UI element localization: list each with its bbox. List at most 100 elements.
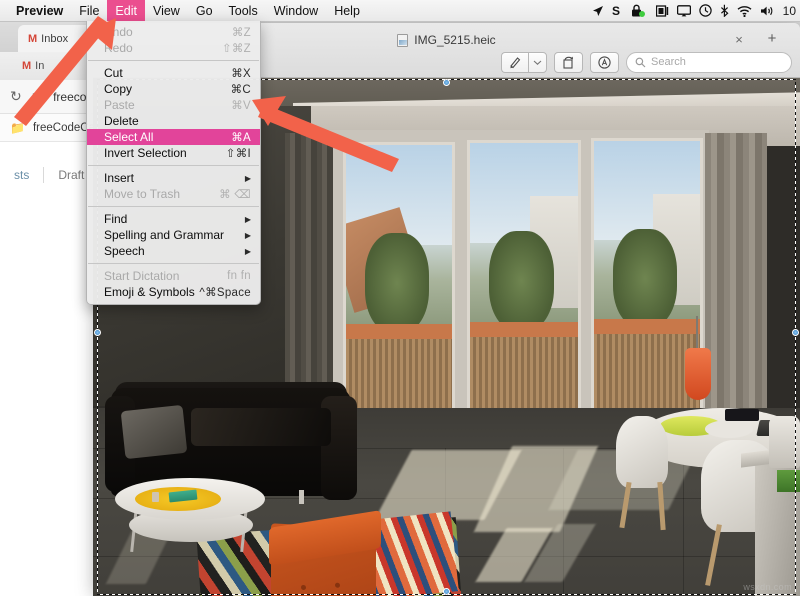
photo-small-object bbox=[152, 492, 159, 502]
menu-item-label: Undo bbox=[104, 25, 133, 39]
menu-item-invert-selection[interactable]: Invert Selection ⇧⌘I bbox=[87, 145, 260, 161]
svg-text:S: S bbox=[612, 4, 620, 17]
menubar-item-view[interactable]: View bbox=[145, 0, 188, 22]
menu-item-label: Cut bbox=[104, 66, 123, 80]
chevron-glyph bbox=[533, 60, 542, 65]
time-machine-icon[interactable] bbox=[698, 4, 712, 17]
photo-window-pane-1 bbox=[343, 142, 455, 442]
menu-item-move-to-trash[interactable]: Move to Trash ⌘ ⌫ bbox=[87, 186, 260, 202]
menu-item-shortcut: ⌘A bbox=[231, 132, 251, 144]
image-file-icon bbox=[397, 33, 409, 47]
menubar-item-window[interactable]: Window bbox=[266, 0, 326, 22]
photo-sofa-leg bbox=[299, 490, 304, 504]
menubar-item-preview[interactable]: Preview bbox=[8, 0, 71, 22]
menu-item-cut[interactable]: Cut ⌘X bbox=[87, 65, 260, 81]
location-arrow-icon[interactable] bbox=[592, 5, 604, 17]
photo-pendant-cord bbox=[696, 316, 698, 350]
menu-item-label: Insert bbox=[104, 171, 135, 185]
menu-item-start-dictation[interactable]: Start Dictation fn fn bbox=[87, 268, 260, 284]
preview-toolbar: Search bbox=[501, 51, 792, 73]
tuft bbox=[335, 582, 340, 588]
menu-item-spelling-and-grammar[interactable]: Spelling and Grammar ▶ bbox=[87, 227, 260, 243]
menubar-clock[interactable]: 10 bbox=[783, 4, 796, 18]
reload-icon[interactable]: ↻ bbox=[10, 88, 22, 105]
menu-item-label: Move to Trash bbox=[104, 187, 181, 201]
menu-item-select-all[interactable]: Select All ⌘A bbox=[87, 129, 260, 145]
menubar-item-file[interactable]: File bbox=[71, 0, 107, 22]
menu-item-redo[interactable]: Redo ⇧⌘Z bbox=[87, 40, 260, 56]
new-tab-button[interactable]: + bbox=[764, 30, 780, 47]
menu-item-shortcut: fn fn bbox=[227, 270, 251, 282]
search-input[interactable]: Search bbox=[626, 51, 792, 73]
volume-icon[interactable] bbox=[760, 5, 775, 17]
menu-item-shortcut: ⌘Z bbox=[231, 27, 251, 39]
gmail-icon: M bbox=[22, 60, 31, 72]
submenu-arrow-icon: ▶ bbox=[244, 173, 251, 183]
menubar-status-area: S 10 bbox=[592, 0, 800, 22]
menu-item-label: Select All bbox=[104, 130, 154, 144]
menu-separator bbox=[88, 206, 259, 207]
menubar-item-edit[interactable]: Edit bbox=[107, 0, 145, 22]
menu-item-shortcut: ⇧⌘Z bbox=[221, 43, 251, 55]
photo-sofa-pillow bbox=[120, 404, 188, 460]
photo-far-chair bbox=[769, 416, 800, 468]
menu-item-shortcut: ⌘X bbox=[231, 68, 251, 80]
menu-item-label: Spelling and Grammar bbox=[104, 228, 225, 242]
rotate-icon[interactable] bbox=[554, 51, 583, 73]
menu-item-speech[interactable]: Speech ▶ bbox=[87, 243, 260, 259]
photo-dark-object bbox=[725, 409, 759, 421]
browser-tab-in-1[interactable]: M In bbox=[14, 52, 92, 80]
menu-item-label: Find bbox=[104, 212, 128, 226]
subnav-item-posts[interactable]: sts bbox=[0, 168, 43, 182]
menu-separator bbox=[88, 263, 259, 264]
menubar-item-go[interactable]: Go bbox=[188, 0, 221, 22]
menu-item-copy[interactable]: Copy ⌘C bbox=[87, 81, 260, 97]
menu-item-label: Speech bbox=[104, 244, 145, 258]
menu-item-insert[interactable]: Insert ▶ bbox=[87, 170, 260, 186]
folder-icon: 📁 bbox=[10, 120, 25, 135]
menu-item-label: Redo bbox=[104, 41, 133, 55]
menu-item-label: Invert Selection bbox=[104, 146, 187, 160]
menu-item-shortcut: ⇧⌘I bbox=[225, 148, 251, 160]
photo-placemat-white bbox=[705, 420, 753, 438]
markup-tool-group bbox=[501, 51, 547, 73]
pane-tree bbox=[489, 231, 555, 332]
rotate-glyph bbox=[563, 56, 573, 69]
pane-tree bbox=[613, 228, 677, 328]
airplay-icon[interactable] bbox=[676, 4, 691, 17]
photo-dining-chair-left bbox=[616, 416, 668, 488]
chevron-down-icon[interactable] bbox=[528, 51, 547, 73]
edit-menu-dropdown[interactable]: Undo ⌘Z Redo ⇧⌘Z Cut ⌘X Copy ⌘C Paste ⌘V… bbox=[86, 21, 261, 305]
submenu-arrow-icon: ▶ bbox=[244, 246, 251, 256]
annotate-glyph bbox=[598, 55, 611, 69]
menu-item-undo[interactable]: Undo ⌘Z bbox=[87, 24, 260, 40]
menu-item-find[interactable]: Find ▶ bbox=[87, 211, 260, 227]
macos-menubar: Preview File Edit View Go Tools Window H… bbox=[0, 0, 800, 22]
submenu-arrow-icon: ▶ bbox=[244, 214, 251, 224]
window-title-text: IMG_5215.heic bbox=[414, 33, 496, 47]
menu-item-label: Paste bbox=[104, 98, 135, 112]
menu-item-label: Copy bbox=[104, 82, 133, 96]
photo-green-box bbox=[777, 470, 800, 492]
browser-tab-label: Inbox bbox=[41, 32, 69, 45]
wifi-icon[interactable] bbox=[737, 5, 752, 17]
photo-window-pane-2 bbox=[467, 140, 581, 440]
pen-glyph bbox=[510, 57, 521, 69]
screen-record-icon[interactable] bbox=[655, 4, 669, 17]
menu-item-label: Delete bbox=[104, 114, 139, 128]
menu-item-label: Start Dictation bbox=[104, 269, 180, 283]
menu-item-delete[interactable]: Delete bbox=[87, 113, 260, 129]
menu-item-shortcut: ⌘V bbox=[231, 100, 251, 112]
menu-item-emoji-and-symbols[interactable]: Emoji & Symbols ^⌘Space bbox=[87, 284, 260, 300]
skype-icon[interactable]: S bbox=[612, 4, 623, 17]
close-tab-button[interactable]: × bbox=[731, 31, 747, 47]
annotate-icon[interactable] bbox=[590, 51, 619, 73]
online-status-dot bbox=[638, 10, 645, 17]
photo-sofa-cushion bbox=[191, 408, 331, 446]
menubar-item-help[interactable]: Help bbox=[326, 0, 368, 22]
markup-pen-icon[interactable] bbox=[501, 51, 528, 73]
menu-item-paste[interactable]: Paste ⌘V bbox=[87, 97, 260, 113]
menubar-item-tools[interactable]: Tools bbox=[221, 0, 266, 22]
lock-icon[interactable] bbox=[631, 4, 648, 17]
bluetooth-icon[interactable] bbox=[720, 4, 729, 17]
